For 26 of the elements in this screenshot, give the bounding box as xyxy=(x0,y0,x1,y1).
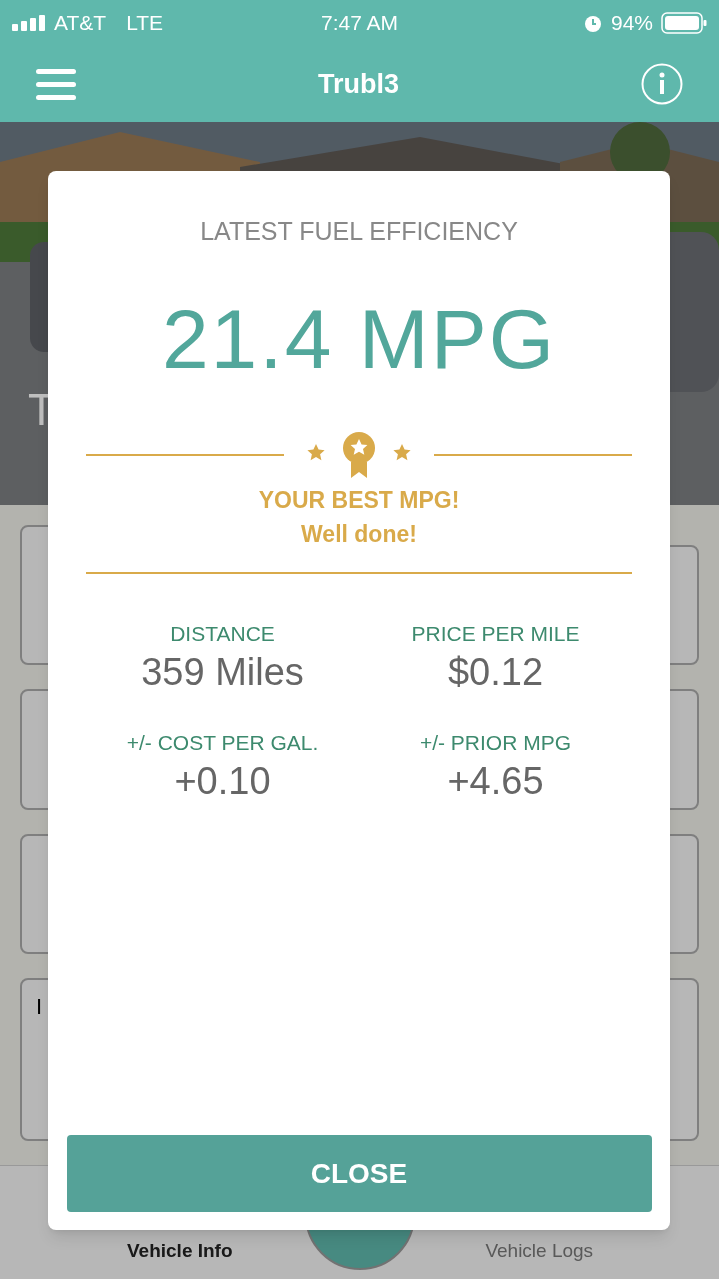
carrier-label: AT&T xyxy=(54,10,107,37)
menu-icon[interactable] xyxy=(36,68,76,100)
stat-value: 359 Miles xyxy=(141,650,304,695)
stat-label: +/- PRIOR MPG xyxy=(419,729,572,756)
info-icon[interactable] xyxy=(641,63,683,105)
battery-percent: 94% xyxy=(610,10,653,37)
award-title: YOUR BEST MPG! xyxy=(258,485,460,515)
close-button[interactable]: CLOSE xyxy=(66,1135,652,1212)
mpg-value: 21.4 MPG xyxy=(161,296,557,381)
network-label: LTE xyxy=(126,10,164,37)
stat-label: DISTANCE xyxy=(170,620,275,647)
stat-value: +0.10 xyxy=(174,759,271,804)
stat-label: PRICE PER MILE xyxy=(411,620,580,647)
tab[interactable]: Vehicle Info xyxy=(126,1236,233,1265)
app-title: Trubl3 xyxy=(318,67,399,101)
award-message: Well done! xyxy=(301,520,417,549)
modal-title: LATEST FUEL EFFICIENCY xyxy=(200,216,518,247)
stat-value: +4.65 xyxy=(447,759,544,804)
alarm-icon xyxy=(582,13,603,33)
stat-value: $0.12 xyxy=(447,650,544,695)
card-label: I xyxy=(36,993,43,1019)
stat-label: +/- COST PER GAL. xyxy=(126,729,319,756)
tab[interactable]: Vehicle Logs xyxy=(485,1236,594,1265)
signal-icon xyxy=(12,15,46,31)
battery-icon xyxy=(661,12,707,34)
clock: 7:47 AM xyxy=(319,10,400,37)
